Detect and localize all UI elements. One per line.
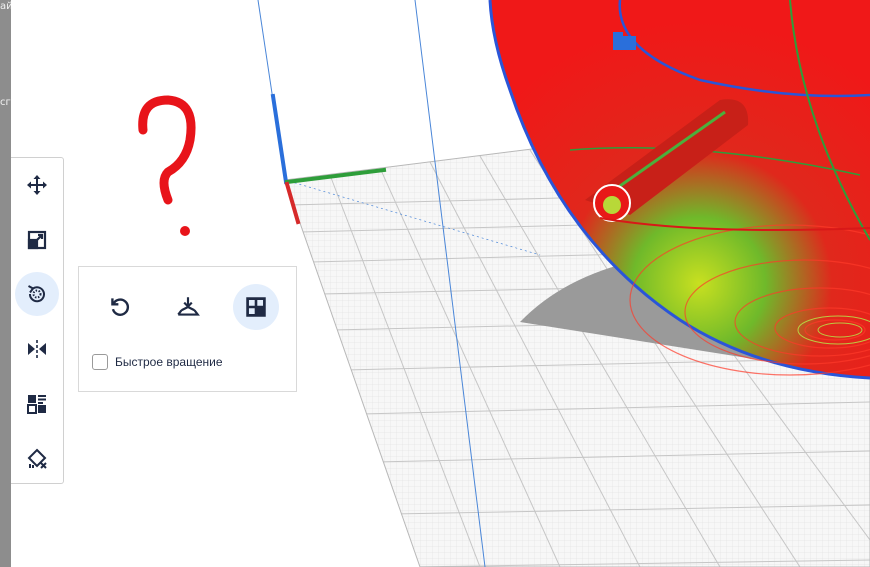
lay-flat-icon (177, 297, 200, 316)
support-blocker-icon (27, 448, 47, 469)
tool-toolbar (11, 157, 64, 484)
select-face-icon (246, 297, 266, 317)
rotate-tool-panel: Быстрое вращение (78, 266, 297, 392)
fast-rotation-label: Быстрое вращение (115, 355, 223, 369)
mirror-tool-button[interactable] (15, 327, 59, 371)
scale-icon (27, 230, 47, 250)
lay-flat-button[interactable] (165, 284, 211, 330)
select-face-to-align-button[interactable] (233, 284, 279, 330)
z-axis (270, 93, 289, 185)
mirror-icon (28, 340, 46, 358)
strip-text-middle: сг (0, 97, 11, 108)
per-model-settings-icon (27, 395, 46, 414)
checkbox-box[interactable] (92, 354, 108, 370)
fast-rotation-checkbox[interactable]: Быстрое вращение (92, 354, 223, 370)
move-arrows-icon (27, 175, 47, 195)
strip-text-top: ай (0, 1, 11, 12)
background-window-strip: ай сг (0, 0, 11, 567)
question-mark-annotation (138, 95, 196, 236)
reset-rotation-icon (111, 298, 130, 316)
move-tool-button[interactable] (15, 163, 59, 207)
per-model-settings-tool-button[interactable] (15, 382, 59, 426)
rotate-icon (28, 285, 45, 303)
rotate-tool-button[interactable] (15, 272, 59, 316)
reset-rotation-button[interactable] (97, 284, 143, 330)
scale-tool-button[interactable] (15, 218, 59, 262)
support-blocker-tool-button[interactable] (15, 437, 59, 481)
